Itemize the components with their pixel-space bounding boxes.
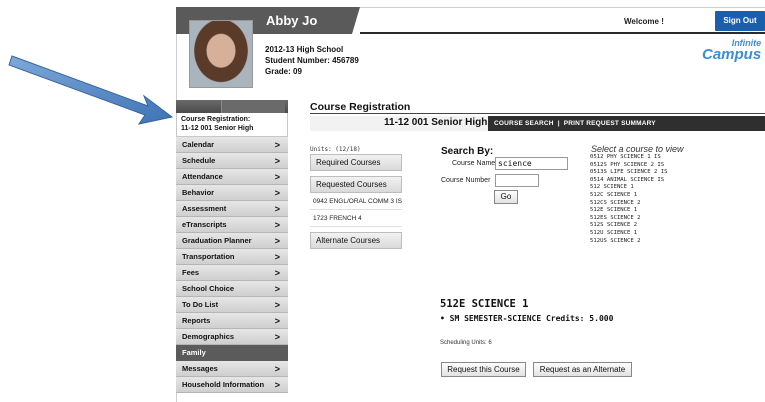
sidebar-item-label: Attendance [182,172,223,181]
print-request-summary-link[interactable]: PRINT REQUEST SUMMARY [564,120,656,127]
course-nav-bar: COURSE SEARCH | PRINT REQUEST SUMMARY [488,116,765,131]
chevron-right-icon: > [274,252,280,262]
arrow-icon [8,55,174,125]
sidebar-item-fees[interactable]: Fees > [176,265,288,281]
course-detail-title: 512E SCIENCE 1 [440,298,529,310]
sidebar-item-label: Household Information [182,380,265,389]
request-alternate-button[interactable]: Request as an Alternate [533,362,632,377]
sidebar-item-attendance[interactable]: Attendance > [176,169,288,185]
requested-course-item[interactable]: 0942 ENGL/ORAL COMM 3 IS [310,193,402,210]
student-grade: Grade: 09 [265,67,302,76]
welcome-text: Welcome ! [624,17,664,26]
student-photo [189,20,253,88]
sidebar-item-household-information[interactable]: Household Information > [176,377,288,393]
sidebar-item-demographics[interactable]: Demographics > [176,329,288,345]
chevron-right-icon: > [274,156,280,166]
requested-courses-tab[interactable]: Requested Courses [310,176,402,193]
course-results-heading: Select a course to view [591,144,684,154]
chevron-right-icon: > [274,188,280,198]
sign-out-button[interactable]: Sign Out [715,11,765,31]
course-results-list: 0512 PHY SCIENCE 1 IS 0512S PHY SCIENCE 2… [590,154,667,245]
student-number: Student Number: 456789 [265,56,359,65]
sidebar-item-label: Transportation [182,252,235,261]
sidebar-item-label: Assessment [182,204,227,213]
sidebar-item-transportation[interactable]: Transportation > [176,249,288,265]
sidebar-item-behavior[interactable]: Behavior > [176,185,288,201]
sidebar-item-label: Messages [182,364,218,373]
page-title: Course Registration [310,101,411,113]
course-search-link[interactable]: COURSE SEARCH [494,120,554,127]
sidebar-item-label: Graduation Planner [182,236,252,245]
chevron-right-icon: > [274,220,280,230]
sidebar-item-schedule[interactable]: Schedule > [176,153,288,169]
sidebar-item-label: eTranscripts [182,220,227,229]
chevron-right-icon: > [274,236,280,246]
sidebar-item-label: Schedule [182,156,216,165]
sidebar-item-label: Reports [182,316,211,325]
course-result-link[interactable]: 512 SCIENCE 1 [590,184,667,192]
chevron-right-icon: > [274,364,280,374]
sidebar-item-school-choice[interactable]: School Choice > [176,281,288,297]
chevron-right-icon: > [274,204,280,214]
sidebar-item-assessment[interactable]: Assessment > [176,201,288,217]
course-result-link[interactable]: 0512S PHY SCIENCE 2 IS [590,162,667,170]
chevron-right-icon: > [274,140,280,150]
nav-separator: | [557,120,560,127]
course-result-link[interactable]: 0512 PHY SCIENCE 1 IS [590,154,667,162]
required-courses-tab[interactable]: Required Courses [310,154,402,171]
scheduling-units: Scheduling Units: 6 [440,340,492,346]
sidebar-item-etranscripts[interactable]: eTranscripts > [176,217,288,233]
student-info: 2012-13 High School Student Number: 4567… [265,44,359,77]
course-name-label: Course Name [452,160,496,167]
sidebar-item-label: To Do List [182,300,219,309]
course-result-link[interactable]: 512CS SCIENCE 2 [590,200,667,208]
sidebar-header [176,100,288,113]
go-button[interactable]: Go [494,190,518,204]
sidebar-item-messages[interactable]: Messages > [176,361,288,377]
course-result-link[interactable]: 512C SCIENCE 1 [590,192,667,200]
chevron-right-icon: > [274,284,280,294]
sidebar: Course Registration: 11-12 001 Senior Hi… [176,100,288,393]
sidebar-item-calendar[interactable]: Calendar > [176,137,288,153]
course-detail-credits: • SM SEMESTER-SCIENCE Credits: 5.000 [440,314,614,323]
chevron-right-icon: > [274,268,280,278]
course-result-link[interactable]: 512E SCIENCE 1 [590,207,667,215]
infinite-campus-logo: Infinite Campus [702,38,762,63]
sidebar-item-label: Behavior [182,188,215,197]
name-tab-corner [352,7,360,34]
sidebar-item-to-do-list[interactable]: To Do List > [176,297,288,313]
sidebar-item-graduation-planner[interactable]: Graduation Planner > [176,233,288,249]
sidebar-item-label: Fees [182,268,200,277]
sidebar-item-label: Calendar [182,140,215,149]
course-result-link[interactable]: 0514 ANIMAL SCIENCE IS [590,177,667,185]
sidebar-item-label: Demographics [182,332,235,341]
school-name: 11-12 001 Senior High [384,117,488,128]
alternate-courses-tab[interactable]: Alternate Courses [310,232,402,249]
chevron-right-icon: > [274,380,280,390]
header-rule [360,32,765,34]
search-by-heading: Search By: [441,146,494,157]
sidebar-item-reports[interactable]: Reports > [176,313,288,329]
chevron-right-icon: > [274,172,280,182]
units-count: Units: (12/18) [310,146,361,153]
sidebar-item-label: School Choice [182,284,235,293]
chevron-right-icon: > [274,300,280,310]
course-result-link[interactable]: 512U SCIENCE 1 [590,230,667,238]
school-year: 2012-13 High School [265,45,344,54]
course-result-link[interactable]: 512S SCIENCE 2 [590,222,667,230]
course-number-input[interactable] [495,174,539,187]
course-number-label: Course Number [441,177,491,184]
course-result-link[interactable]: 512US SCIENCE 2 [590,238,667,246]
request-course-button[interactable]: Request this Course [441,362,526,377]
course-result-link[interactable]: 0513S LIFE SCIENCE 2 IS [590,169,667,177]
sidebar-section-family: Family [176,345,288,361]
title-rule [310,113,765,114]
chevron-right-icon: > [274,316,280,326]
requested-course-item[interactable]: 1723 FRENCH 4 [310,210,402,227]
chevron-right-icon: > [274,332,280,342]
course-result-link[interactable]: 512ES SCIENCE 2 [590,215,667,223]
course-name-input[interactable]: science [495,157,568,170]
sidebar-current-page[interactable]: Course Registration: 11-12 001 Senior Hi… [176,113,288,137]
